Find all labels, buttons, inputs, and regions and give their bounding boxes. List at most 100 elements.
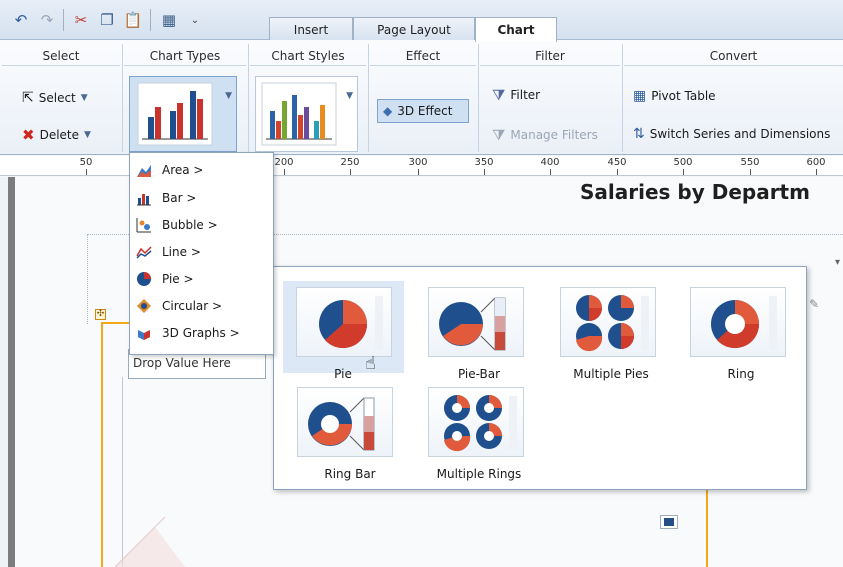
delete-button[interactable]: ✖ Delete ▼: [22, 126, 91, 144]
page-margin-bar: [8, 177, 15, 567]
ruler-label: 50: [79, 157, 93, 168]
chart-frame-left: [101, 322, 103, 567]
gallery-item-ring[interactable]: Ring: [670, 281, 786, 381]
line-chart-icon: [136, 244, 152, 260]
3d-effect-button[interactable]: ◆ 3D Effect: [377, 99, 469, 123]
menu-item-label: Pie >: [162, 272, 194, 286]
bar-chart-icon: [137, 82, 213, 146]
multiple-pies-icon: [576, 295, 649, 352]
gallery-item-multiple-rings[interactable]: Multiple Rings: [414, 381, 524, 481]
menu-item-line[interactable]: Line >: [130, 239, 273, 265]
tab-insert[interactable]: Insert: [269, 17, 353, 41]
filter-label: Filter: [510, 88, 541, 102]
ring-bar-thumbnail: [297, 387, 393, 457]
ruler-tick: [418, 169, 419, 175]
tab-label: Chart: [497, 23, 535, 37]
funnel-icon: ⧩: [492, 86, 506, 104]
manage-filters-button[interactable]: ⧩ Manage Filters: [492, 126, 598, 144]
bar-chart-icon: [136, 190, 152, 206]
swap-icon: ⇅: [633, 126, 645, 142]
group-select-header: Select: [2, 46, 120, 66]
menu-item-label: 3D Graphs >: [162, 326, 240, 340]
table-icon: ▦: [633, 88, 647, 104]
ruler-tick: [550, 169, 551, 175]
switch-series-button[interactable]: ⇅ Switch Series and Dimensions: [633, 126, 830, 142]
gallery-item-label: Pie: [334, 367, 352, 381]
tab-chart[interactable]: Chart: [475, 17, 557, 42]
circular-chart-icon: [136, 298, 152, 314]
group-effect-header: Effect: [370, 46, 476, 66]
ruler-label: 300: [408, 157, 428, 168]
menu-item-bar[interactable]: Bar >: [130, 185, 273, 211]
cut-icon[interactable]: ✂: [70, 10, 92, 30]
ring-thumbnail: [690, 287, 786, 357]
chart-types-button[interactable]: ▼: [129, 76, 237, 152]
group-chart-styles-header: Chart Styles: [250, 46, 366, 66]
chevron-down-icon: ▼: [225, 91, 232, 101]
move-handle-icon[interactable]: ✣: [95, 309, 106, 320]
pencil-icon[interactable]: ✎: [809, 297, 819, 311]
ruler-label: 450: [607, 157, 627, 168]
tab-page-layout[interactable]: Page Layout: [353, 17, 475, 41]
chart-styles-button[interactable]: ▼: [255, 76, 358, 152]
drop-value-label: Drop Value Here: [133, 356, 231, 370]
ruler-label: 200: [274, 157, 294, 168]
background-chart-hint: [115, 516, 185, 567]
format-icon[interactable]: ▦: [158, 10, 180, 30]
bubble-chart-icon: [136, 217, 152, 233]
ruler-tick: [750, 169, 751, 175]
3d-effect-label: 3D Effect: [397, 104, 453, 118]
chevron-down-icon[interactable]: ▾: [835, 257, 840, 268]
ruler-label: 550: [740, 157, 760, 168]
menu-item-label: Line >: [162, 245, 201, 259]
chevron-down-icon[interactable]: ⌄: [184, 10, 206, 30]
delete-icon: ✖: [22, 126, 35, 144]
group-chart-types-header: Chart Types: [124, 46, 246, 66]
gallery-item-label: Pie-Bar: [457, 367, 501, 381]
redo-icon[interactable]: ↷: [36, 10, 58, 30]
copy-icon[interactable]: ❐: [96, 10, 118, 30]
multiple-pies-thumbnail: [560, 287, 656, 357]
pie-chart-icon: [136, 271, 152, 287]
pie-icon: [319, 296, 383, 350]
pie-chart-gallery: Pie ☝ Pie-Bar Multiple Pies Ring Ring Ba…: [273, 266, 807, 490]
group-separator: [368, 44, 369, 152]
chevron-down-icon: ▼: [84, 130, 91, 140]
gallery-item-pie-bar[interactable]: Pie-Bar: [414, 281, 524, 381]
cursor-icon: ⇱: [22, 90, 34, 106]
pie-bar-icon: [439, 297, 506, 351]
manage-filters-label: Manage Filters: [510, 128, 598, 142]
ruler-tick: [284, 169, 285, 175]
ruler-tick: [816, 169, 817, 175]
pie-bar-thumbnail: [428, 287, 524, 357]
gallery-item-label: Ring Bar: [324, 467, 376, 481]
gallery-item-ring-bar[interactable]: Ring Bar: [283, 381, 393, 481]
ring-bar-icon: [308, 397, 375, 451]
ruler-label: 600: [806, 157, 826, 168]
gallery-item-label: Multiple Pies: [573, 367, 649, 381]
undo-icon[interactable]: ↶: [10, 10, 32, 30]
menu-item-label: Area >: [162, 163, 204, 177]
ruler-tick: [617, 169, 618, 175]
legend-swatch: [660, 515, 678, 529]
chevron-down-icon: ▼: [80, 93, 88, 103]
chart-types-menu: Area > Bar > Bubble > Line > Pie > Circu…: [129, 152, 274, 355]
pivot-table-button[interactable]: ▦ Pivot Table: [633, 88, 716, 104]
menu-item-area[interactable]: Area >: [130, 157, 273, 183]
multiple-rings-icon: [444, 395, 517, 452]
select-button[interactable]: ⇱ Select ▼: [22, 90, 88, 106]
ring-icon: [711, 296, 777, 350]
quick-access-toolbar: ↶ ↷ ✂ ❐ 📋 ▦ ⌄ Insert Page Layout Chart: [0, 0, 843, 42]
menu-item-pie[interactable]: Pie >: [130, 266, 273, 292]
menu-item-bubble[interactable]: Bubble >: [130, 212, 273, 238]
ribbon: Select Chart Types Chart Styles Effect F…: [0, 40, 843, 155]
gallery-item-multiple-pies[interactable]: Multiple Pies: [540, 281, 656, 381]
gallery-item-pie[interactable]: Pie ☝: [283, 281, 404, 381]
filter-button[interactable]: ⧩ Filter: [492, 86, 540, 104]
separator: [63, 9, 64, 31]
tab-label: Insert: [293, 22, 329, 37]
paste-icon[interactable]: 📋: [122, 10, 144, 30]
legend-color: [664, 518, 674, 526]
menu-item-3d-graphs[interactable]: 3D Graphs >: [130, 320, 273, 346]
menu-item-circular[interactable]: Circular >: [130, 293, 273, 319]
